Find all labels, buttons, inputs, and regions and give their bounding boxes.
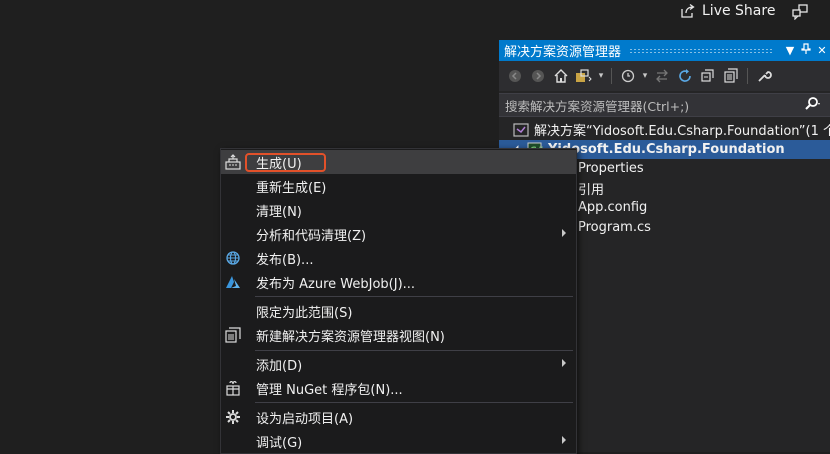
close-icon[interactable]: ✕ [814,44,830,57]
menu-item-new-solution-explorer-view[interactable]: 新建解决方案资源管理器视图(N) [221,323,576,347]
refresh-icon[interactable] [675,66,695,86]
menu-item-add[interactable]: 添加(D) [221,352,576,376]
live-share-label: Live Share [702,3,776,19]
new-view-icon [225,327,241,343]
back-icon[interactable] [505,66,525,86]
feedback-icon[interactable] [792,4,808,24]
menu-item-scope-to-this[interactable]: 限定为此范围(S) [221,299,576,323]
menu-item-debug[interactable]: 调试(G) [221,429,576,453]
solution-icon [513,123,529,137]
nuget-icon [225,380,241,396]
gear-icon [225,409,241,425]
sync-active-document-icon[interactable] [652,66,672,86]
menu-item-clean[interactable]: 清理(N) [221,198,576,222]
globe-icon [225,250,241,266]
menu-item-build[interactable]: 生成(U) [221,150,576,174]
build-icon [225,154,241,170]
project-context-menu: 生成(U) 重新生成(E) 清理(N) 分析和代码清理(Z) 发布(B)... … [220,148,577,454]
solution-explorer-search-input[interactable]: 搜索解决方案资源管理器(Ctrl+;) [499,93,830,117]
window-position-icon[interactable]: ▼ [782,44,798,57]
live-share-icon [681,3,695,18]
pending-changes-filter-icon[interactable] [618,66,638,86]
menu-item-manage-nuget[interactable]: 管理 NuGet 程序包(N)... [221,376,576,400]
search-icon[interactable] [804,96,822,116]
dropdown-icon[interactable]: ▾ [597,66,605,86]
tree-item-solution[interactable]: 解决方案“Yidosoft.Edu.Csharp.Foundation”(1 个… [499,120,830,140]
submenu-arrow-icon [562,436,566,444]
solution-explorer-toolbar: ▾ ▾ [499,61,830,91]
collapse-all-icon[interactable] [698,66,718,86]
switch-views-icon[interactable] [574,66,594,86]
azure-icon [225,274,241,290]
submenu-arrow-icon [562,229,566,237]
menu-item-rebuild[interactable]: 重新生成(E) [221,174,576,198]
menu-item-publish[interactable]: 发布(B)... [221,246,576,270]
home-icon[interactable] [551,66,571,86]
menu-item-set-startup-project[interactable]: 设为启动项目(A) [221,405,576,429]
solution-explorer-title-bar: 解决方案资源管理器 ▼ ✕ [499,40,830,61]
submenu-arrow-icon [562,359,566,367]
menu-item-publish-azure-webjob[interactable]: 发布为 Azure WebJob(J)... [221,270,576,294]
properties-wrench-icon[interactable] [754,66,774,86]
search-placeholder: 搜索解决方案资源管理器(Ctrl+;) [505,98,690,114]
menu-item-analyze-code-cleanup[interactable]: 分析和代码清理(Z) [221,222,576,246]
pin-icon[interactable] [798,43,814,58]
show-all-files-icon[interactable] [721,66,741,86]
forward-icon[interactable] [528,66,548,86]
filter-dropdown-icon[interactable]: ▾ [641,66,649,86]
solution-explorer-title: 解决方案资源管理器 [504,45,622,60]
highlight-annotation [245,153,326,172]
live-share-button[interactable]: Live Share [680,3,775,19]
